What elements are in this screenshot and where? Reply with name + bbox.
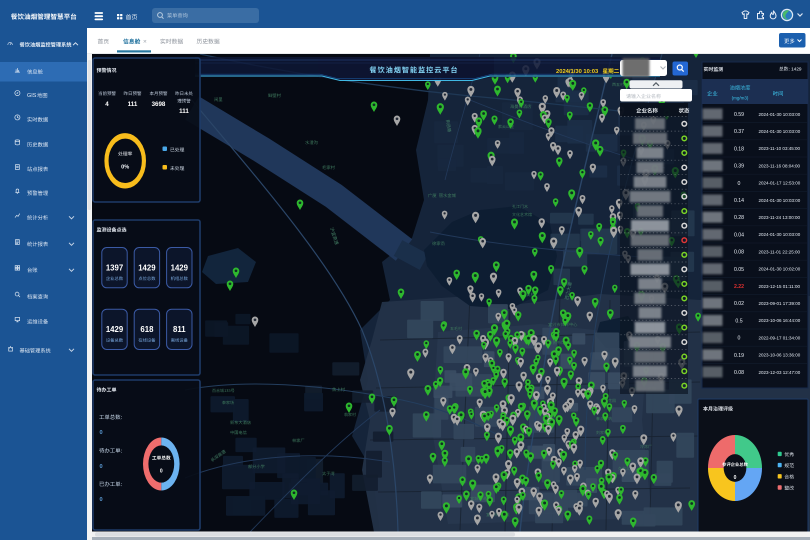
svg-text:0.04: 0.04 xyxy=(734,232,744,238)
svg-text:0: 0 xyxy=(734,475,737,481)
svg-text:0.5: 0.5 xyxy=(735,318,742,324)
svg-text:2023-11-24 13:00:00: 2023-11-24 13:00:00 xyxy=(759,215,801,220)
svg-text:618: 618 xyxy=(140,325,154,334)
svg-text:0.14: 0.14 xyxy=(734,198,744,204)
svg-text:2023-09-01 17:39:00: 2023-09-01 17:39:00 xyxy=(759,301,801,306)
svg-text:0.37: 0.37 xyxy=(734,129,744,135)
svg-text:2024-01-30 10:03:00: 2024-01-30 10:03:00 xyxy=(759,112,801,117)
svg-text:0%: 0% xyxy=(121,165,129,171)
svg-text:2024-01-30 10:03:00: 2024-01-30 10:03:00 xyxy=(759,129,801,134)
svg-text:0: 0 xyxy=(100,497,103,503)
svg-text:2023-11-01 22:25:00: 2023-11-01 22:25:00 xyxy=(759,249,801,254)
svg-text:×: × xyxy=(143,39,147,46)
svg-text:1397: 1397 xyxy=(106,264,123,273)
svg-text:1429: 1429 xyxy=(138,264,156,273)
svg-text:111: 111 xyxy=(179,108,189,115)
svg-text:3698: 3698 xyxy=(152,101,166,108)
svg-text:0: 0 xyxy=(100,430,103,436)
svg-text:(mg/m3): (mg/m3) xyxy=(732,96,749,101)
svg-text:0: 0 xyxy=(738,181,741,187)
svg-text:0.59: 0.59 xyxy=(734,112,744,118)
svg-text:1429: 1429 xyxy=(171,264,189,273)
svg-text:0: 0 xyxy=(160,469,163,475)
svg-text:2022-09-17 01:34:00: 2022-09-17 01:34:00 xyxy=(759,335,801,340)
svg-text:2.22: 2.22 xyxy=(734,284,744,290)
svg-text:0.05: 0.05 xyxy=(734,267,744,273)
svg-text:811: 811 xyxy=(173,325,186,334)
svg-text:2023-11-10 03:45:00: 2023-11-10 03:45:00 xyxy=(759,146,801,151)
svg-text:0.02: 0.02 xyxy=(734,301,744,307)
svg-text:0.18: 0.18 xyxy=(734,146,744,152)
svg-text:2024-01-30 10:03:00: 2024-01-30 10:03:00 xyxy=(759,232,801,237)
svg-text:0: 0 xyxy=(100,464,103,470)
svg-text:: 1429: : 1429 xyxy=(789,67,802,72)
svg-text:0.28: 0.28 xyxy=(734,215,744,221)
svg-text:0: 0 xyxy=(738,336,741,342)
svg-text:0.08: 0.08 xyxy=(734,370,744,376)
svg-text:1429: 1429 xyxy=(106,325,124,334)
svg-text:2024-01-17 12:53:00: 2024-01-17 12:53:00 xyxy=(759,181,801,186)
svg-text:2023-10-06 16:44:00: 2023-10-06 16:44:00 xyxy=(759,318,801,323)
svg-text:2023-10-06 13:36:00: 2023-10-06 13:36:00 xyxy=(759,353,801,358)
svg-text:0.19: 0.19 xyxy=(734,353,744,359)
svg-text:4: 4 xyxy=(105,101,109,108)
svg-text:2023-12-03 12:47:00: 2023-12-03 12:47:00 xyxy=(759,370,801,375)
svg-text:111: 111 xyxy=(128,101,138,108)
svg-text:GIS: GIS xyxy=(27,93,37,99)
svg-text:2024-01-30 10:03:00: 2024-01-30 10:03:00 xyxy=(759,198,801,203)
svg-text:2024-01-30 10:02:00: 2024-01-30 10:02:00 xyxy=(759,267,801,272)
svg-text:0.08: 0.08 xyxy=(734,250,744,256)
svg-text:2023-12-15 01:11:00: 2023-12-15 01:11:00 xyxy=(759,284,801,289)
svg-text:2023-11-16 08:04:00: 2023-11-16 08:04:00 xyxy=(759,163,801,168)
svg-text:2024/1/30 10:03: 2024/1/30 10:03 xyxy=(556,69,599,75)
svg-text:0.39: 0.39 xyxy=(734,164,744,170)
